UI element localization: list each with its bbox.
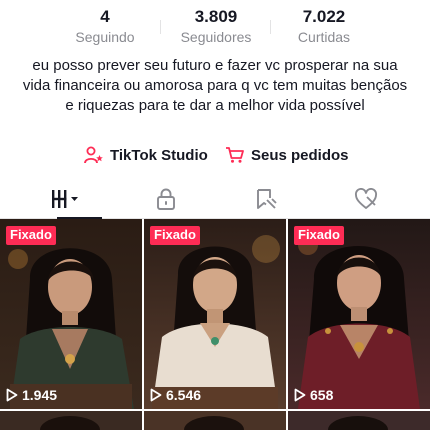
play-icon [6,388,18,402]
video-thumbnail-image [144,411,286,430]
play-icon [294,388,306,402]
following-label: Seguindo [75,29,135,45]
shopping-cart-icon [226,147,244,163]
following-count: 4 [100,7,110,26]
likes-count: 7.022 [302,7,346,26]
tiktok-studio-link[interactable]: TikTok Studio [84,144,208,166]
play-icon [150,388,162,402]
orders-link[interactable]: Seus pedidos [225,144,349,166]
video-grid: Fixado 1.945 Fixado 6.546 Fixado 658 [0,219,430,430]
profile-tabs [0,180,430,219]
video-thumbnail[interactable]: Fixado 658 [288,219,430,409]
orders-label: Seus pedidos [251,146,349,164]
tab-videos[interactable] [12,180,119,219]
liked-heart-icon [354,188,377,209]
followers-count: 3.809 [194,7,238,26]
profile-links: TikTok Studio Seus pedidos [0,144,430,166]
likes-stat[interactable]: 7.022 Curtidas [269,6,379,46]
tab-liked[interactable] [312,180,419,218]
video-thumbnail[interactable] [0,411,142,430]
video-thumbnail[interactable]: Fixado 1.945 [0,219,142,409]
profile-bio: eu posso prever seu futuro e fazer vc pr… [22,57,408,114]
video-thumbnail[interactable]: Fixado 6.546 [144,219,286,409]
video-thumbnail[interactable] [288,411,430,430]
video-thumbnail-image [288,219,430,409]
tab-private[interactable] [112,180,219,218]
grid-videos-icon [51,190,78,208]
view-count-value: 1.945 [22,387,58,403]
pinned-badge: Fixado [294,226,344,245]
followers-stat[interactable]: 3.809 Seguidores [161,6,271,46]
video-thumbnail-image [144,219,286,409]
followers-label: Seguidores [180,29,252,45]
video-thumbnail-image [0,411,142,430]
view-count-value: 658 [310,387,334,403]
view-count: 1.945 [6,387,57,403]
video-thumbnail-image [0,219,142,409]
video-thumbnail[interactable] [144,411,286,430]
view-count: 658 [294,387,333,403]
pinned-badge: Fixado [150,226,200,245]
tab-reposts[interactable] [212,180,319,218]
video-thumbnail-image [288,411,430,430]
following-stat[interactable]: 4 Seguindo [50,6,160,46]
likes-label: Curtidas [297,29,351,45]
view-count-value: 6.546 [166,387,202,403]
repost-tag-icon [256,189,277,209]
lock-icon [156,188,175,210]
person-star-icon [84,146,103,164]
profile-stats: 4 Seguindo 3.809 Seguidores 7.022 Curtid… [0,6,430,48]
view-count: 6.546 [150,387,201,403]
pinned-badge: Fixado [6,226,56,245]
tiktok-studio-label: TikTok Studio [110,146,208,164]
